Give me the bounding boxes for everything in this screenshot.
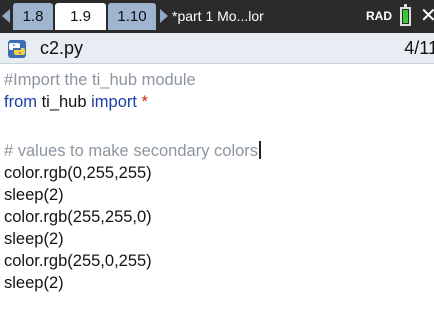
close-icon[interactable]: ✕ <box>420 0 434 33</box>
triangle-left-icon[interactable] <box>2 9 10 23</box>
code-line[interactable]: color.rgb(255,255,0) <box>4 206 152 228</box>
code-line[interactable]: sleep(2) <box>4 184 64 206</box>
code-line[interactable]: from ti_hub import * <box>4 91 148 113</box>
text-cursor <box>259 141 261 159</box>
keyword-from: from <box>4 93 37 111</box>
document-title: *part 1 Mo...lor <box>172 8 264 24</box>
triangle-right-icon[interactable] <box>160 9 168 23</box>
code-line-active[interactable]: # values to make secondary colors <box>4 140 261 162</box>
line-counter: 4/11 <box>404 38 434 58</box>
comment-text: # values to make secondary colors <box>4 142 259 160</box>
code-line[interactable]: #Import the ti_hub module <box>4 69 196 91</box>
code-line[interactable]: sleep(2) <box>4 272 64 294</box>
battery-icon <box>400 4 411 26</box>
code-line[interactable]: sleep(2) <box>4 228 64 250</box>
code-line[interactable]: color.rgb(255,0,255) <box>4 250 152 272</box>
import-star: * <box>136 93 148 111</box>
keyword-import: import <box>91 93 137 111</box>
tab-1-8[interactable]: 1.8 <box>13 3 53 30</box>
module-name: ti_hub <box>37 93 92 111</box>
tab-1-9[interactable]: 1.9 <box>55 3 106 30</box>
file-header: c2.py 4/11 <box>0 33 434 64</box>
code-line[interactable]: color.rgb(0,255,255) <box>4 162 152 184</box>
file-name: c2.py <box>40 38 84 58</box>
battery-level <box>403 10 408 23</box>
python-icon <box>8 40 26 58</box>
angle-mode-indicator: RAD <box>366 9 392 23</box>
tab-1-10[interactable]: 1.10 <box>108 3 156 30</box>
tab-bar: 1.8 1.9 1.10 *part 1 Mo...lor RAD ✕ <box>0 0 434 33</box>
code-editor[interactable]: #Import the ti_hub module from ti_hub im… <box>0 64 434 330</box>
calculator-screen: 1.8 1.9 1.10 *part 1 Mo...lor RAD ✕ c2.p… <box>0 0 434 330</box>
